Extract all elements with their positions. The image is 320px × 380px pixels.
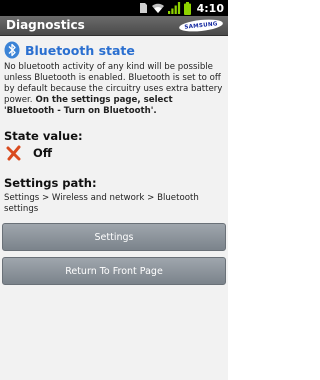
settings-path-value: Settings > Wireless and network > Blueto… — [4, 193, 199, 214]
app-title: Diagnostics — [6, 18, 85, 32]
brand-logo-text: SAMSUNG — [184, 20, 218, 31]
main-content: Bluetooth state No bluetooth activity of… — [0, 36, 228, 380]
state-row: Off — [6, 145, 52, 161]
wifi-icon — [151, 3, 164, 13]
section-title: Bluetooth state — [25, 42, 135, 58]
settings-button[interactable]: Settings — [2, 223, 226, 251]
state-value: Off — [33, 146, 53, 160]
status-bar: 4:10 — [0, 0, 228, 16]
sim-card-icon — [139, 3, 147, 13]
return-to-front-page-button[interactable]: Return To Front Page — [2, 257, 226, 285]
bluetooth-icon — [4, 41, 20, 59]
cross-icon — [6, 145, 21, 161]
signal-icon — [167, 2, 180, 14]
battery-icon — [183, 1, 191, 15]
status-icons: 4:10 — [139, 1, 224, 15]
status-clock: 4:10 — [196, 1, 224, 15]
title-bar: Diagnostics SAMSUNG — [0, 16, 228, 36]
description: No bluetooth activity of any kind will b… — [4, 62, 225, 117]
brand-logo: SAMSUNG — [178, 17, 224, 34]
settings-path-label: Settings path: — [4, 176, 97, 190]
section-header: Bluetooth state — [4, 41, 135, 59]
state-label: State value: — [4, 129, 83, 143]
